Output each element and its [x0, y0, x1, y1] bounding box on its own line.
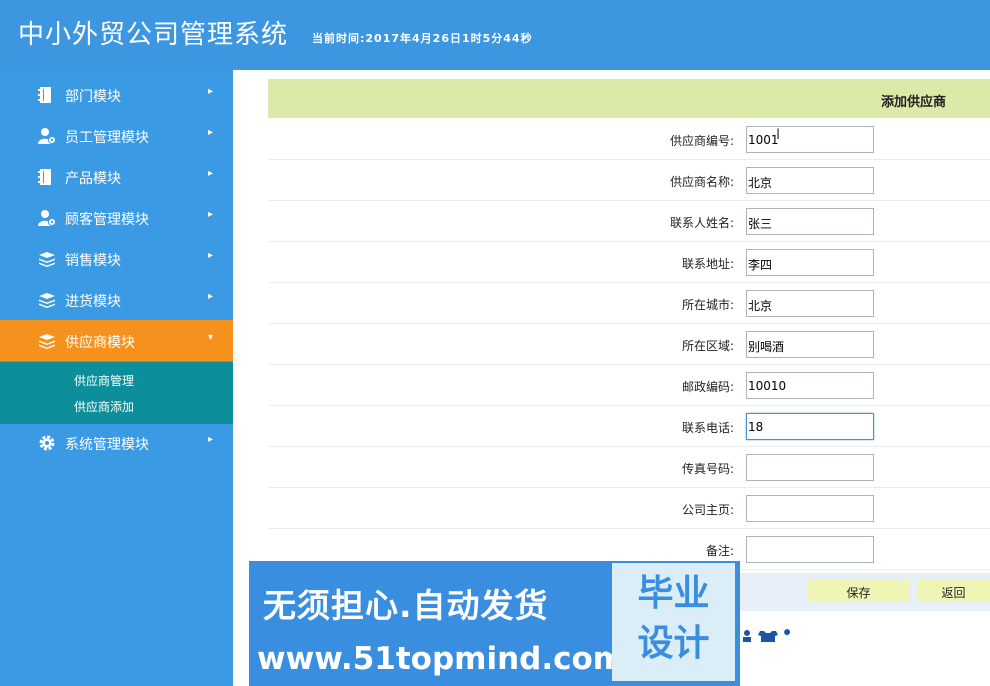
field-label: 供应商名称:: [669, 175, 734, 189]
field-label: 邮政编码:: [681, 380, 734, 394]
field-input-2[interactable]: 北京: [746, 167, 874, 194]
field-input-6[interactable]: 别喝酒: [746, 331, 874, 358]
book-icon: [38, 168, 56, 186]
sidebar-item-label: 顾客管理模块: [65, 212, 149, 228]
watermark-box-line2: 设计: [637, 623, 710, 664]
sidebar-item-label: 供应商模块: [65, 335, 135, 351]
watermark-banner: 无须担心.自动发货 www.51topmind.com 毕业 设计: [249, 561, 740, 686]
app-window: 中小外贸公司管理系统 当前时间:2017年4月26日1时5分44秒 供应商管理 …: [0, 0, 990, 686]
back-button[interactable]: 返回: [917, 580, 990, 602]
field-input-10[interactable]: [746, 495, 874, 522]
watermark-line1: 无须担心.自动发货: [263, 586, 549, 625]
user-gear-icon: [38, 127, 56, 145]
form-row: 供应商编号: 1001 I: [268, 119, 990, 160]
chevron-right-icon: ▸: [208, 209, 214, 220]
field-input-8[interactable]: 18: [746, 413, 874, 440]
sidebar-item-label: 产品模块: [65, 171, 121, 187]
form-row: 邮政编码: 10010: [268, 365, 990, 406]
chevron-down-icon: ▾: [208, 332, 214, 343]
form-row: 联系人姓名: 张三: [268, 201, 990, 242]
sidebar-item-3[interactable]: 产品模块 ▸: [0, 156, 233, 197]
current-time: 当前时间:2017年4月26日1时5分44秒: [312, 32, 533, 45]
sidebar-item-label: 员工管理模块: [65, 130, 149, 146]
field-label: 供应商编号:: [669, 134, 734, 148]
chevron-right-icon: ▸: [208, 168, 214, 179]
sidebar: 供应商管理 供应商添加 部门模块 ▸ 员工管理模块 ▸ 产品模块 ▸ 顾客管理模块 ▸ 销售模块…: [0, 70, 233, 686]
header-bar: 中小外贸公司管理系统 当前时间:2017年4月26日1时5分44秒: [0, 0, 990, 70]
field-input-7[interactable]: 10010: [746, 372, 874, 399]
sidebar-item-5[interactable]: 销售模块 ▸: [0, 238, 233, 279]
field-input-4[interactable]: 李四: [746, 249, 874, 276]
sidebar-item-label: 进货模块: [65, 294, 121, 310]
sidebar-item-label: 部门模块: [65, 89, 121, 105]
field-label: 备注:: [705, 544, 734, 558]
sidebar-item-label: 系统管理模块: [65, 437, 149, 453]
stack-icon: [38, 332, 56, 350]
sidebar-item-4[interactable]: 顾客管理模块 ▸: [0, 197, 233, 238]
stack-icon: [38, 291, 56, 309]
field-label: 传真号码:: [681, 462, 734, 476]
field-label: 所在区域:: [681, 339, 734, 353]
chevron-right-icon: ▸: [208, 291, 214, 302]
text-cursor-icon: I: [776, 127, 781, 143]
watermark-box: 毕业 设计: [612, 563, 735, 681]
chevron-right-icon: ▸: [208, 86, 214, 97]
field-label: 联系人姓名:: [669, 216, 734, 230]
field-label: 公司主页:: [681, 503, 734, 517]
user-shirt-wrench-icon: [743, 629, 791, 642]
sidebar-item-2[interactable]: 员工管理模块 ▸: [0, 115, 233, 156]
field-label: 联系地址:: [681, 257, 734, 271]
form-row: 传真号码:: [268, 447, 990, 488]
app-title: 中小外贸公司管理系统: [18, 20, 289, 50]
toolbar-icons: [742, 629, 794, 646]
submenu-item-supplier-manage[interactable]: 供应商管理: [74, 372, 134, 389]
sidebar-item-label: 销售模块: [65, 253, 121, 269]
form-title: 添加供应商: [880, 95, 946, 110]
field-label: 所在城市:: [681, 298, 734, 312]
user-gear-icon: [38, 209, 56, 227]
field-input-3[interactable]: 张三: [746, 208, 874, 235]
sidebar-item-7[interactable]: 供应商模块 ▾: [0, 320, 233, 361]
field-input-9[interactable]: [746, 454, 874, 481]
submenu-item-supplier-add[interactable]: 供应商添加: [74, 398, 134, 415]
save-button[interactable]: 保存: [807, 580, 910, 602]
sidebar-item-1[interactable]: 部门模块 ▸: [0, 74, 233, 115]
sidebar-item-8[interactable]: 系统管理模块 ▸: [0, 422, 233, 463]
field-label: 联系电话:: [681, 421, 734, 435]
gear-icon: [38, 434, 56, 452]
form-row: 所在区域: 别喝酒: [268, 324, 990, 365]
sidebar-item-6[interactable]: 进货模块 ▸: [0, 279, 233, 320]
field-input-5[interactable]: 北京: [746, 290, 874, 317]
supplier-submenu: 供应商管理 供应商添加: [0, 362, 233, 424]
field-input-11[interactable]: [746, 536, 874, 563]
chevron-right-icon: ▸: [208, 434, 214, 445]
watermark-url: www.51topmind.com: [257, 641, 626, 677]
book-icon: [38, 86, 56, 104]
form-row: 供应商名称: 北京: [268, 160, 990, 201]
chevron-right-icon: ▸: [208, 250, 214, 261]
stack-icon: [38, 250, 56, 268]
form-row: 联系电话: 18: [268, 406, 990, 447]
form-header: 添加供应商: [268, 79, 990, 118]
form-row: 所在城市: 北京: [268, 283, 990, 324]
watermark-box-line1: 毕业: [637, 573, 710, 614]
chevron-right-icon: ▸: [208, 127, 214, 138]
field-input-1[interactable]: 1001: [746, 126, 874, 153]
form-row: 联系地址: 李四: [268, 242, 990, 283]
form-row: 公司主页:: [268, 488, 990, 529]
